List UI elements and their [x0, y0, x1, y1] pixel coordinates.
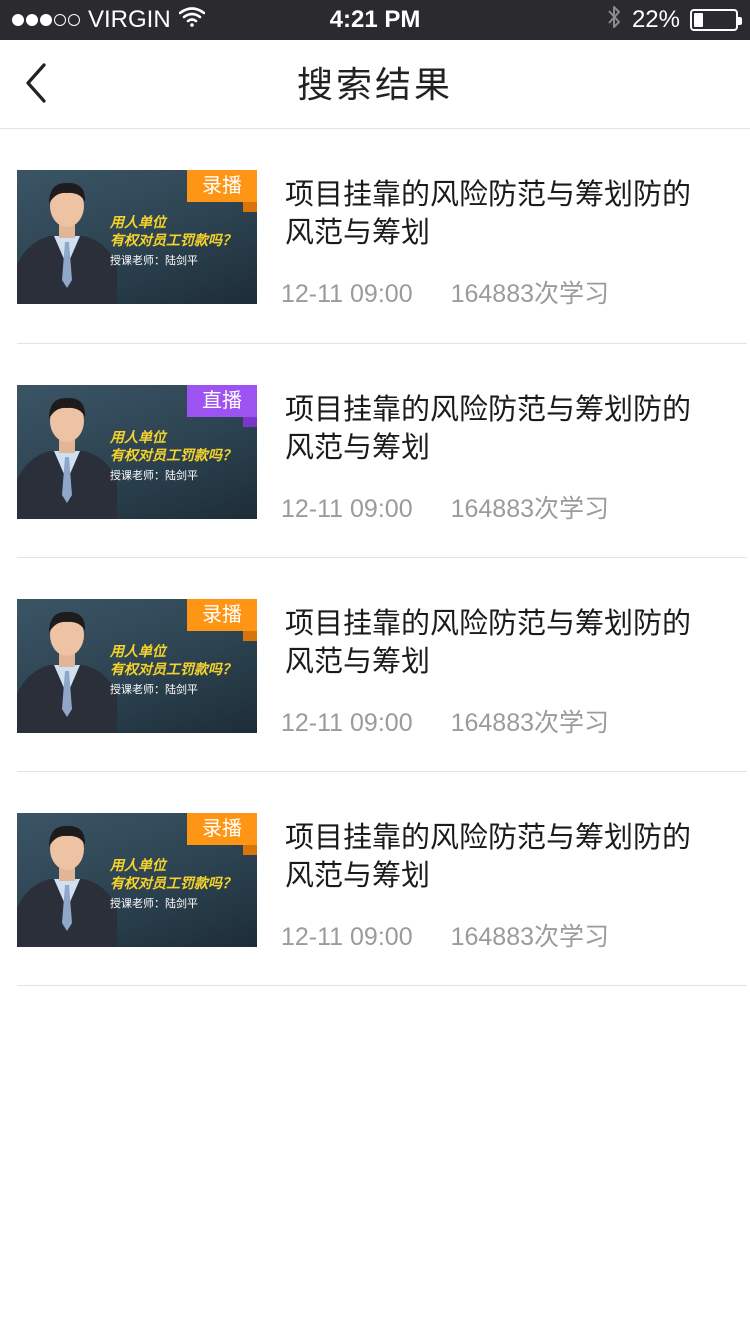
course-meta: 12-11 09:00 164883次学习: [281, 703, 609, 739]
poster-subheadline: 有权对员工罚款吗？: [110, 875, 236, 891]
poster-headline: 用人单位: [110, 643, 166, 659]
poster-headline: 用人单位: [110, 857, 166, 873]
instructor-photo: [17, 397, 117, 519]
poster-teacher: 授课老师：陆剑平: [110, 684, 198, 696]
search-results-list: 用人单位 有权对员工罚款吗？ 授课老师：陆剑平 录播 项目挂靠的风险防范与筹划防…: [17, 129, 747, 986]
course-meta: 12-11 09:00 164883次学习: [281, 489, 609, 525]
course-list-item[interactable]: 用人单位 有权对员工罚款吗？ 授课老师：陆剑平 直播 项目挂靠的风险防范与筹划防…: [17, 344, 747, 558]
course-date: 12-11 09:00: [281, 923, 413, 951]
course-thumbnail: 用人单位 有权对员工罚款吗？ 授课老师：陆剑平 录播: [17, 813, 257, 947]
study-count: 164883次学习: [450, 709, 610, 737]
poster-teacher: 授课老师：陆剑平: [110, 255, 198, 267]
battery-percent: 22%: [631, 6, 680, 33]
poster-headline: 用人单位: [110, 429, 166, 445]
nav-bar: 搜索结果: [0, 40, 750, 129]
instructor-photo: [17, 825, 117, 947]
poster-subheadline: 有权对员工罚款吗？: [110, 447, 236, 463]
course-list-item[interactable]: 用人单位 有权对员工罚款吗？ 授课老师：陆剑平 录播 项目挂靠的风险防范与筹划防…: [17, 129, 747, 344]
course-title: 项目挂靠的风险防范与筹划防的风范与筹划: [285, 822, 692, 892]
course-list-item[interactable]: 用人单位 有权对员工罚款吗？ 授课老师：陆剑平 录播 项目挂靠的风险防范与筹划防…: [17, 558, 747, 772]
study-count: 164883次学习: [450, 280, 610, 308]
course-date: 12-11 09:00: [281, 495, 413, 523]
page-title: 搜索结果: [296, 64, 453, 105]
course-title: 项目挂靠的风险防范与筹划防的风范与筹划: [285, 394, 692, 464]
course-thumbnail: 用人单位 有权对员工罚款吗？ 授课老师：陆剑平 录播: [17, 599, 257, 733]
poster-teacher: 授课老师：陆剑平: [110, 898, 198, 910]
poster-headline: 用人单位: [110, 214, 166, 230]
course-thumbnail: 用人单位 有权对员工罚款吗？ 授课老师：陆剑平 录播: [17, 170, 257, 304]
instructor-photo: [17, 182, 117, 304]
study-count: 164883次学习: [450, 923, 610, 951]
course-type-badge: 直播: [187, 385, 257, 427]
bluetooth-icon: [606, 4, 622, 37]
course-date: 12-11 09:00: [281, 709, 413, 737]
poster-subheadline: 有权对员工罚款吗？: [110, 232, 236, 248]
status-right: 22%: [606, 0, 742, 40]
poster-teacher: 授课老师：陆剑平: [110, 470, 198, 482]
poster-subheadline: 有权对员工罚款吗？: [110, 661, 236, 677]
battery-level: [694, 13, 703, 27]
status-bar: VIRGIN 4:21 PM 22%: [0, 0, 750, 40]
course-title: 项目挂靠的风险防范与筹划防的风范与筹划: [285, 179, 692, 249]
course-type-badge: 录播: [187, 170, 257, 212]
course-thumbnail: 用人单位 有权对员工罚款吗？ 授课老师：陆剑平 直播: [17, 385, 257, 519]
course-list-item[interactable]: 用人单位 有权对员工罚款吗？ 授课老师：陆剑平 录播 项目挂靠的风险防范与筹划防…: [17, 772, 747, 986]
battery-icon: [690, 9, 742, 31]
course-meta: 12-11 09:00 164883次学习: [281, 274, 609, 310]
course-type-badge: 录播: [187, 813, 257, 855]
course-date: 12-11 09:00: [281, 280, 413, 308]
course-meta: 12-11 09:00 164883次学习: [281, 917, 609, 953]
course-type-badge: 录播: [187, 599, 257, 641]
study-count: 164883次学习: [450, 495, 610, 523]
instructor-photo: [17, 611, 117, 733]
course-title: 项目挂靠的风险防范与筹划防的风范与筹划: [285, 608, 692, 678]
